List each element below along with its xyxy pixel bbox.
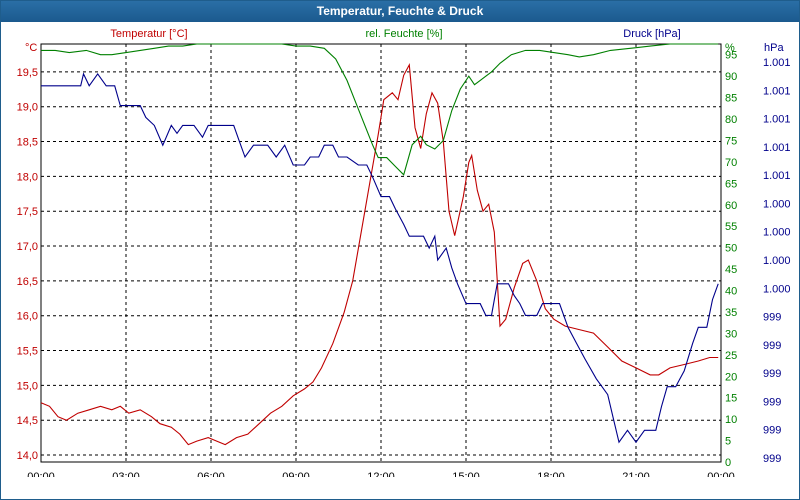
temperature-tick-label: 14,0 — [17, 450, 38, 462]
pressure-tick-label: 999 — [763, 340, 781, 352]
temperature-tick-label: 18,0 — [17, 171, 38, 183]
pressure-tick-label: 1.001 — [763, 114, 791, 126]
x-tick-time-label: 15:00 — [452, 471, 480, 477]
pressure-tick-label: 1.000 — [763, 198, 791, 210]
pressure-tick-label: 1.000 — [763, 227, 791, 239]
temperature-tick-label: 16,0 — [17, 311, 38, 323]
humidity-tick-label: 35 — [725, 307, 737, 319]
temperature-tick-label: 15,0 — [17, 380, 38, 392]
temperature-tick-label: 17,5 — [17, 206, 38, 218]
humidity-tick-label: 30 — [725, 328, 737, 340]
humidity-tick-label: 70 — [725, 157, 737, 169]
temperature-tick-label: 18,5 — [17, 137, 38, 149]
humidity-tick-label: 90 — [725, 71, 737, 83]
humidity-tick-label: 55 — [725, 221, 737, 233]
pressure-axis-title: Druck [hPa] — [623, 28, 680, 40]
humidity-tick-label: 10 — [725, 414, 737, 426]
x-tick-time-label: 21:00 — [622, 471, 650, 477]
line-chart: 00:0025.07.1703:0025.07.1706:0025.07.170… — [17, 28, 791, 477]
humidity-tick-label: 25 — [725, 350, 737, 362]
pressure-tick-label: 1.000 — [763, 255, 791, 267]
pressure-tick-label: 999 — [763, 396, 781, 408]
temperature-unit-label: °C — [25, 42, 37, 54]
humidity-tick-label: 40 — [725, 286, 737, 298]
temperature-tick-label: 15,5 — [17, 346, 38, 358]
humidity-tick-label: 50 — [725, 243, 737, 255]
pressure-unit-label: hPa — [764, 42, 784, 54]
humidity-tick-label: 80 — [725, 114, 737, 126]
humidity-tick-label: 65 — [725, 178, 737, 190]
humidity-tick-label: 85 — [725, 93, 737, 105]
pressure-tick-label: 1.000 — [763, 283, 791, 295]
temperature-tick-label: 14,5 — [17, 415, 38, 427]
pressure-tick-label: 999 — [763, 453, 781, 465]
chart-window: Temperatur, Feuchte & Druck 00:0025.07.1… — [0, 0, 800, 500]
x-tick-time-label: 06:00 — [197, 471, 225, 477]
pressure-tick-label: 1.001 — [763, 57, 791, 69]
x-tick-time-label: 09:00 — [282, 471, 310, 477]
humidity-tick-label: 45 — [725, 264, 737, 276]
humidity-tick-label: 0 — [725, 457, 731, 469]
temperature-axis-title: Temperatur [°C] — [110, 28, 187, 40]
x-tick-time-label: 12:00 — [367, 471, 395, 477]
x-tick-time-label: 00:00 — [27, 471, 55, 477]
humidity-unit-label: % — [725, 42, 735, 54]
humidity-tick-label: 75 — [725, 135, 737, 147]
temperature-tick-label: 16,5 — [17, 276, 38, 288]
pressure-tick-label: 1.001 — [763, 170, 791, 182]
pressure-tick-label: 999 — [763, 425, 781, 437]
temperature-tick-label: 17,0 — [17, 241, 38, 253]
humidity-tick-label: 20 — [725, 371, 737, 383]
humidity-axis-title: rel. Feuchte [%] — [365, 28, 442, 40]
x-tick-time-label: 18:00 — [537, 471, 565, 477]
pressure-tick-label: 999 — [763, 368, 781, 380]
temperature-tick-label: 19,0 — [17, 102, 38, 114]
pressure-tick-label: 999 — [763, 312, 781, 324]
x-tick-time-label: 03:00 — [112, 471, 140, 477]
pressure-tick-label: 1.001 — [763, 85, 791, 97]
humidity-tick-label: 15 — [725, 393, 737, 405]
humidity-tick-label: 60 — [725, 200, 737, 212]
humidity-tick-label: 5 — [725, 436, 731, 448]
x-tick-time-label: 00:00 — [707, 471, 735, 477]
pressure-tick-label: 1.001 — [763, 142, 791, 154]
temperature-tick-label: 19,5 — [17, 67, 38, 79]
